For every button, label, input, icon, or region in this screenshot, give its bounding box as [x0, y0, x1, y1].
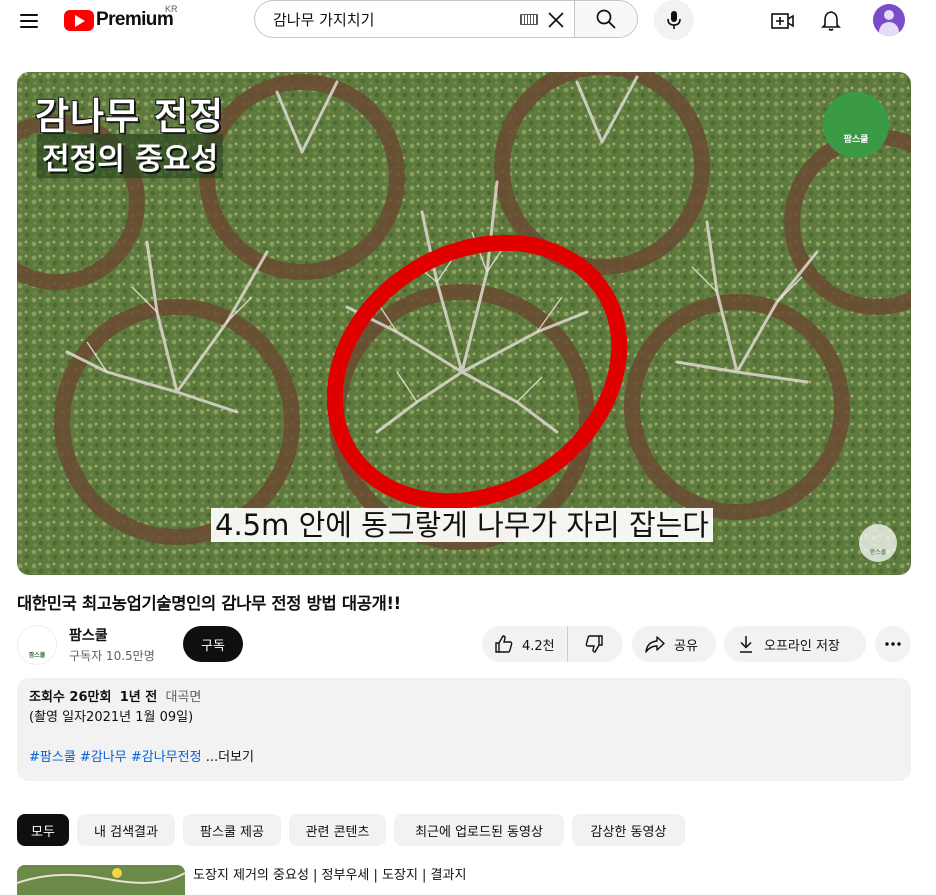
- chip-recently-uploaded[interactable]: 최근에 업로드된 동영상: [394, 814, 564, 846]
- channel-watermark[interactable]: 팜스쿨: [859, 524, 897, 562]
- create-button[interactable]: [768, 6, 798, 36]
- location-link[interactable]: 대곡면: [165, 690, 201, 705]
- search-input[interactable]: [271, 9, 505, 29]
- more-horizontal-icon: [885, 642, 901, 646]
- account-avatar[interactable]: [873, 4, 905, 36]
- show-more-link[interactable]: ...더보기: [206, 750, 254, 765]
- microphone-icon: [667, 11, 681, 29]
- menu-icon[interactable]: [12, 4, 46, 38]
- channel-avatar[interactable]: 팜스쿨: [17, 625, 57, 665]
- chip-watched[interactable]: 감상한 동영상: [572, 814, 685, 846]
- related-video-title[interactable]: 도장지 제거의 중요성 | 정부우세 | 도장지 | 결과지: [193, 864, 466, 883]
- create-video-icon: [771, 13, 794, 29]
- thumbs-up-icon: [495, 635, 513, 653]
- video-player[interactable]: 감나무 전정 전정의 중요성 4.5m 안에 동그랗게 나무가 자리 잡는다 팜…: [17, 72, 911, 575]
- logo-region: KR: [165, 4, 178, 14]
- like-count: 4.2천: [522, 638, 555, 654]
- overlay-title: 감나무 전정: [35, 95, 225, 138]
- share-icon: [645, 636, 665, 653]
- youtube-play-icon: [64, 9, 94, 31]
- chip-from-channel[interactable]: 팜스쿨 제공: [183, 814, 281, 846]
- description-line: (촬영 일자2021년 1월 09일): [29, 710, 194, 725]
- upload-age: 1년 전: [119, 690, 158, 705]
- chip-my-results[interactable]: 내 검색결과: [77, 814, 175, 846]
- channel-badge-logo: 팜스쿨: [823, 92, 889, 158]
- keyboard-icon[interactable]: [520, 14, 538, 25]
- watermark-text: 팜스쿨: [869, 549, 887, 556]
- bell-icon: [821, 11, 841, 31]
- download-icon: [740, 636, 752, 653]
- notifications-button[interactable]: [816, 6, 846, 36]
- view-count: 조회수 26만회: [29, 690, 112, 705]
- description-box[interactable]: 조회수 26만회 1년 전 대곡면 (촬영 일자2021년 1월 09일) #팜…: [17, 678, 911, 781]
- dislike-button[interactable]: [568, 626, 620, 662]
- video-title: 대한민국 최고농업기술명인의 감나무 전정 방법 대공개!!: [17, 594, 401, 613]
- search-button[interactable]: [574, 0, 638, 38]
- search-icon: [596, 9, 616, 29]
- hashtag-link[interactable]: #감나무: [80, 750, 127, 765]
- share-label: 공유: [674, 638, 698, 654]
- channel-avatar-text: 팜스쿨: [28, 652, 46, 659]
- chip-related[interactable]: 관련 콘텐츠: [289, 814, 386, 846]
- description-tags: #팜스쿨 #감나무 #감나무전정 ...더보기: [29, 748, 899, 768]
- search-box: [254, 0, 574, 38]
- logo-text: Premium: [96, 9, 174, 30]
- clear-search-icon[interactable]: [546, 10, 566, 30]
- description-meta: 조회수 26만회 1년 전 대곡면: [29, 688, 899, 708]
- description-blank: [29, 728, 899, 748]
- voice-search-button[interactable]: [654, 0, 694, 40]
- download-label: 오프라인 저장: [764, 638, 840, 654]
- subscriber-count: 구독자 10.5만명: [69, 649, 155, 663]
- subscribe-button[interactable]: 구독: [183, 626, 243, 662]
- channel-badge-text: 팜스쿨: [843, 135, 869, 145]
- masthead: Premium KR: [0, 0, 936, 56]
- like-button[interactable]: 4.2천: [482, 626, 568, 662]
- hashtag-link[interactable]: #감나무전정: [131, 750, 202, 765]
- more-actions-button[interactable]: [875, 626, 911, 662]
- related-video-thumbnail[interactable]: [17, 865, 185, 895]
- hashtag-link[interactable]: #팜스쿨: [29, 750, 76, 765]
- channel-name[interactable]: 팜스쿨: [69, 625, 108, 645]
- download-button[interactable]: 오프라인 저장: [724, 626, 866, 662]
- share-button[interactable]: 공유: [632, 626, 716, 662]
- overlay-subtitle: 전정의 중요성: [37, 134, 224, 178]
- thumbs-down-icon: [585, 635, 603, 653]
- chip-all[interactable]: 모두: [17, 814, 69, 846]
- like-dislike-group: 4.2천: [482, 626, 623, 662]
- video-caption: 4.5m 안에 동그랗게 나무가 자리 잡는다: [211, 508, 713, 542]
- youtube-premium-logo[interactable]: Premium KR: [64, 4, 178, 32]
